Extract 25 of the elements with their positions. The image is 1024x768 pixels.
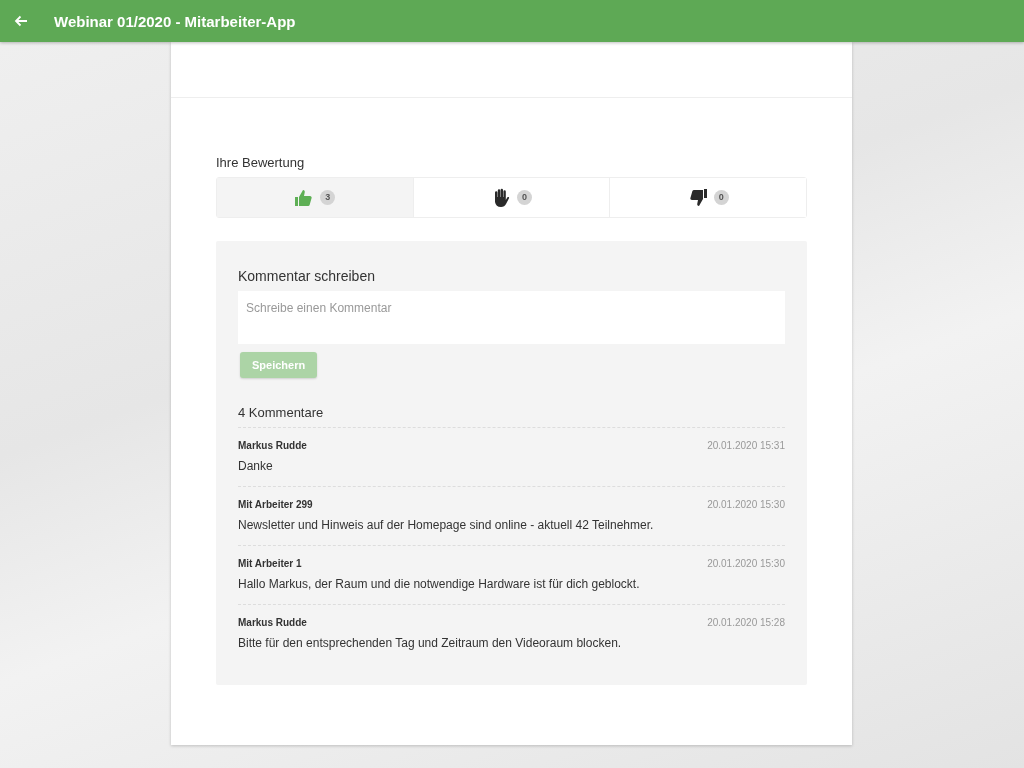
rating-option[interactable]: 3 xyxy=(217,178,413,217)
comment-text: Bitte für den entsprechenden Tag und Zeitraum den Videoraum blocken. xyxy=(238,636,623,650)
comment-time: 20.01.2020 15:28 xyxy=(707,617,785,628)
comment-author: Markus Rudde xyxy=(238,440,307,451)
comment-form-title: Kommentar schreiben xyxy=(238,268,376,284)
comment-time: 20.01.2020 15:30 xyxy=(707,558,785,569)
back-button[interactable] xyxy=(14,15,28,27)
count-badge: 0 xyxy=(713,190,729,205)
comment-input-field[interactable]: Schreibe einen Kommentar xyxy=(238,291,785,344)
comment-text: Danke xyxy=(238,459,274,473)
count-badge: 0 xyxy=(517,190,532,205)
comment-author: Markus Rudde xyxy=(238,617,307,628)
rating-option[interactable]: 0 xyxy=(609,178,806,217)
back-arrow-icon xyxy=(14,15,28,27)
count-badge: 3 xyxy=(320,190,336,205)
comment-text: Hallo Markus, der Raum und die notwendige Hardware ist für dich geblockt. xyxy=(238,577,641,591)
page-title: Webinar 01/2020 - Mitarbeiter-App xyxy=(54,12,296,30)
comment-time: 20.01.2020 15:30 xyxy=(707,499,785,510)
comment-text: Newsletter und Hinweis auf der Homepage sind online - aktuell 42 Teilnehmer. xyxy=(238,518,655,532)
comment-author: Mit Arbeiter 299 xyxy=(238,499,313,510)
rating-label: Ihre Bewertung xyxy=(216,155,306,170)
comment-count: 4 Kommentare xyxy=(238,405,785,428)
comment-time: 20.01.2020 15:31 xyxy=(707,440,785,451)
thumbs-down-icon xyxy=(687,187,708,208)
comment-author: Mit Arbeiter 1 xyxy=(238,558,302,569)
